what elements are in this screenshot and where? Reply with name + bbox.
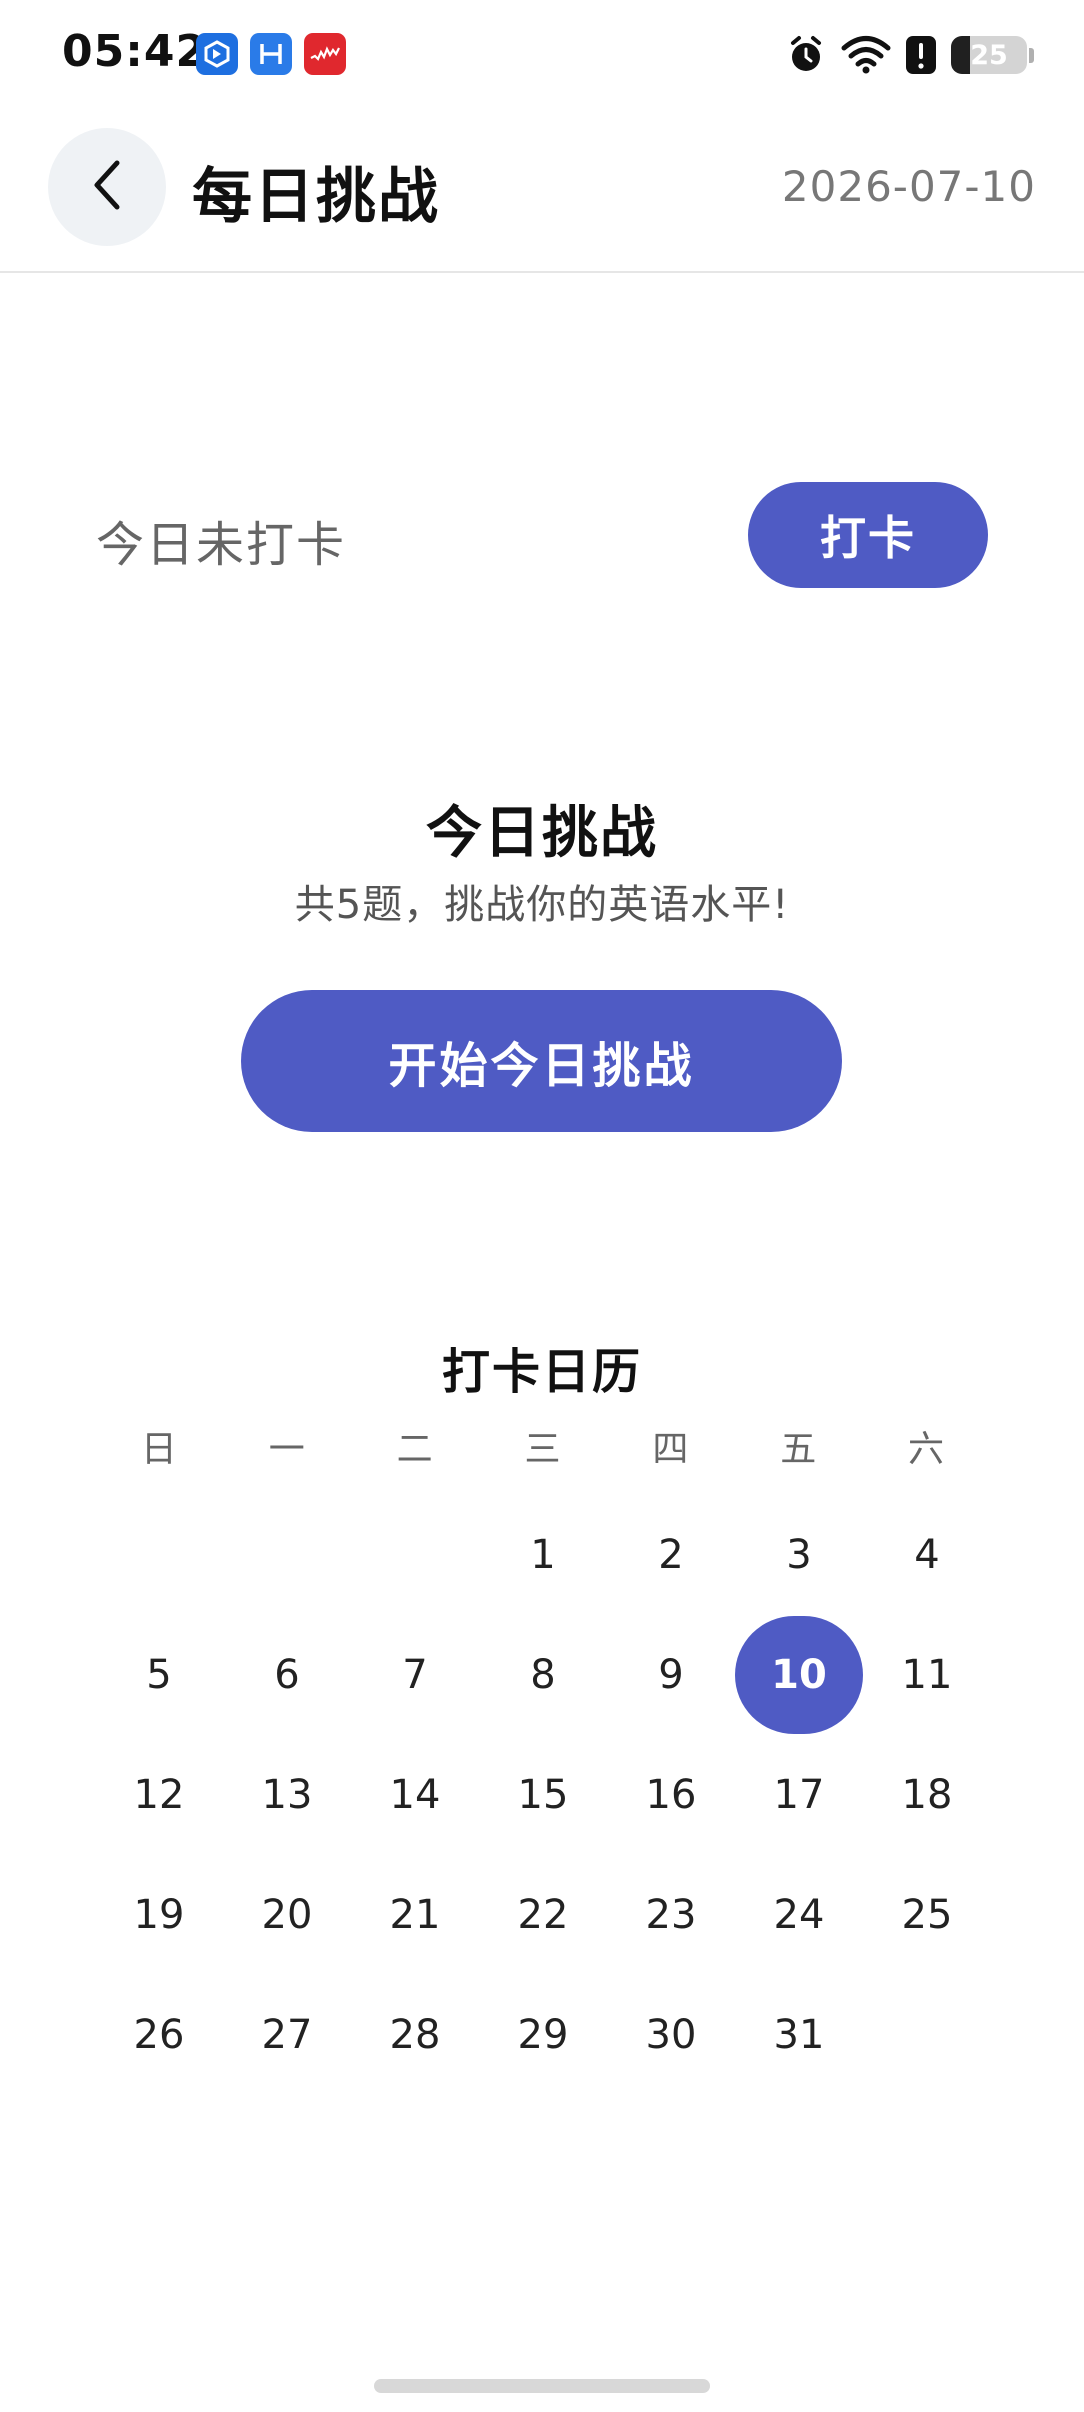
calendar-day-cell: 17: [735, 1735, 863, 1855]
calendar-day[interactable]: 22: [479, 1856, 607, 1974]
calendar-day[interactable]: 31: [735, 1976, 863, 2094]
calendar-day-cell: 29: [479, 1975, 607, 2095]
calendar-day-cell: 11: [863, 1615, 991, 1735]
header-bar: 每日挑战 2026-07-10: [0, 110, 1084, 273]
calendar-day[interactable]: 8: [479, 1616, 607, 1734]
header-date: 2026-07-10: [781, 162, 1036, 211]
calendar-day-cell: 18: [863, 1735, 991, 1855]
calendar-day-cell: 9: [607, 1615, 735, 1735]
calendar-day[interactable]: 24: [735, 1856, 863, 1974]
home-indicator[interactable]: [374, 2379, 710, 2393]
calendar-day[interactable]: 29: [479, 1976, 607, 2094]
battery-level: 25: [970, 39, 1008, 71]
calendar-day[interactable]: 21: [351, 1856, 479, 1974]
app-notification-icon: [304, 33, 346, 75]
weekday-label: 二: [396, 1429, 433, 1470]
challenge-subtitle: 共5题，挑战你的英语水平!: [294, 882, 790, 928]
status-indicators: 25: [771, 30, 1034, 80]
calendar-empty-cell: [351, 1495, 479, 1615]
calendar-day-cell: 12: [95, 1735, 223, 1855]
calendar-empty-cell: [223, 1495, 351, 1615]
calendar-day[interactable]: 19: [95, 1856, 223, 1974]
start-challenge-button[interactable]: 开始今日挑战: [241, 990, 842, 1132]
calendar-day-cell: 13: [223, 1735, 351, 1855]
calendar-day-cell: 1: [479, 1495, 607, 1615]
calendar-day-cell: 23: [607, 1855, 735, 1975]
calendar-day[interactable]: 3: [735, 1496, 863, 1614]
calendar-day[interactable]: 16: [607, 1736, 735, 1854]
calendar-day-cell: 2: [607, 1495, 735, 1615]
calendar-day[interactable]: 2: [607, 1496, 735, 1614]
calendar-day-cell: 22: [479, 1855, 607, 1975]
calendar-day-cell: 25: [863, 1855, 991, 1975]
calendar-day-cell: 21: [351, 1855, 479, 1975]
calendar-day-cell: 16: [607, 1735, 735, 1855]
calendar-day[interactable]: 5: [95, 1616, 223, 1734]
calendar-day-cell: 31: [735, 1975, 863, 2095]
back-button[interactable]: [48, 128, 166, 246]
calendar-empty-cell: [95, 1495, 223, 1615]
calendar-day[interactable]: 1: [479, 1496, 607, 1614]
calendar-day[interactable]: 15: [479, 1736, 607, 1854]
calendar-day[interactable]: 7: [351, 1616, 479, 1734]
weekday-label: 五: [780, 1429, 817, 1470]
weekday-label: 六: [908, 1429, 945, 1470]
calendar-day[interactable]: 27: [223, 1976, 351, 2094]
calendar-day-cell: 7: [351, 1615, 479, 1735]
calendar-day-cell: 4: [863, 1495, 991, 1615]
calendar-day[interactable]: 18: [863, 1736, 991, 1854]
wifi-icon: [841, 35, 891, 75]
calendar-day-cell: 20: [223, 1855, 351, 1975]
calendar-day[interactable]: 30: [607, 1976, 735, 2094]
calendar-day-selected[interactable]: 10: [735, 1616, 863, 1734]
calendar-day[interactable]: 17: [735, 1736, 863, 1854]
calendar-day-cell: 24: [735, 1855, 863, 1975]
weekday-label: 一: [268, 1429, 305, 1470]
weekday-label: 日: [140, 1429, 177, 1470]
calendar-day-cell: 30: [607, 1975, 735, 2095]
calendar-day-cell: 28: [351, 1975, 479, 2095]
alert-icon: [905, 35, 937, 75]
app-notification-icon: [196, 33, 238, 75]
calendar-day[interactable]: 25: [863, 1856, 991, 1974]
app-notification-icon: [250, 33, 292, 75]
calendar-day[interactable]: 12: [95, 1736, 223, 1854]
calendar-day-cell: 8: [479, 1615, 607, 1735]
calendar-day[interactable]: 28: [351, 1976, 479, 2094]
calendar-day[interactable]: 14: [351, 1736, 479, 1854]
calendar-day-grid: 1 2 3 4 5 6 7 8 9 10 11 12 13 14 15 16 17 18 19 20 21 22 23 24 2…: [95, 1495, 990, 2095]
status-bar: 05:42 25: [0, 0, 1084, 110]
calendar-day-cell: 3: [735, 1495, 863, 1615]
calendar-day[interactable]: 23: [607, 1856, 735, 1974]
calendar-day[interactable]: 20: [223, 1856, 351, 1974]
calendar-title: 打卡日历: [441, 1344, 642, 1400]
calendar-day-cell: 14: [351, 1735, 479, 1855]
chevron-left-icon: [85, 157, 129, 217]
calendar-day-cell: 10: [735, 1615, 863, 1735]
calendar-day-cell: 5: [95, 1615, 223, 1735]
checkin-status-text: 今日未打卡: [96, 517, 347, 573]
calendar-day-cell: 15: [479, 1735, 607, 1855]
calendar-day[interactable]: 13: [223, 1736, 351, 1854]
checkin-button[interactable]: 打卡: [748, 482, 988, 588]
calendar-weekday-row: 日 一 二 三 四 五 六: [95, 1420, 990, 1480]
calendar-day[interactable]: 11: [863, 1616, 991, 1734]
calendar-day[interactable]: 4: [863, 1496, 991, 1614]
calendar-day[interactable]: 9: [607, 1616, 735, 1734]
calendar-day-cell: 19: [95, 1855, 223, 1975]
battery-icon: 25: [951, 36, 1034, 74]
alarm-icon: [785, 34, 827, 76]
calendar-day-cell: 26: [95, 1975, 223, 2095]
page-title: 每日挑战: [192, 162, 440, 232]
weekday-label: 四: [652, 1429, 689, 1470]
calendar-day-cell: 6: [223, 1615, 351, 1735]
weekday-label: 三: [524, 1429, 561, 1470]
challenge-title: 今日挑战: [426, 801, 658, 866]
calendar-day-cell: 27: [223, 1975, 351, 2095]
calendar-day[interactable]: 6: [223, 1616, 351, 1734]
status-time: 05:42: [62, 26, 208, 77]
calendar-day[interactable]: 26: [95, 1976, 223, 2094]
